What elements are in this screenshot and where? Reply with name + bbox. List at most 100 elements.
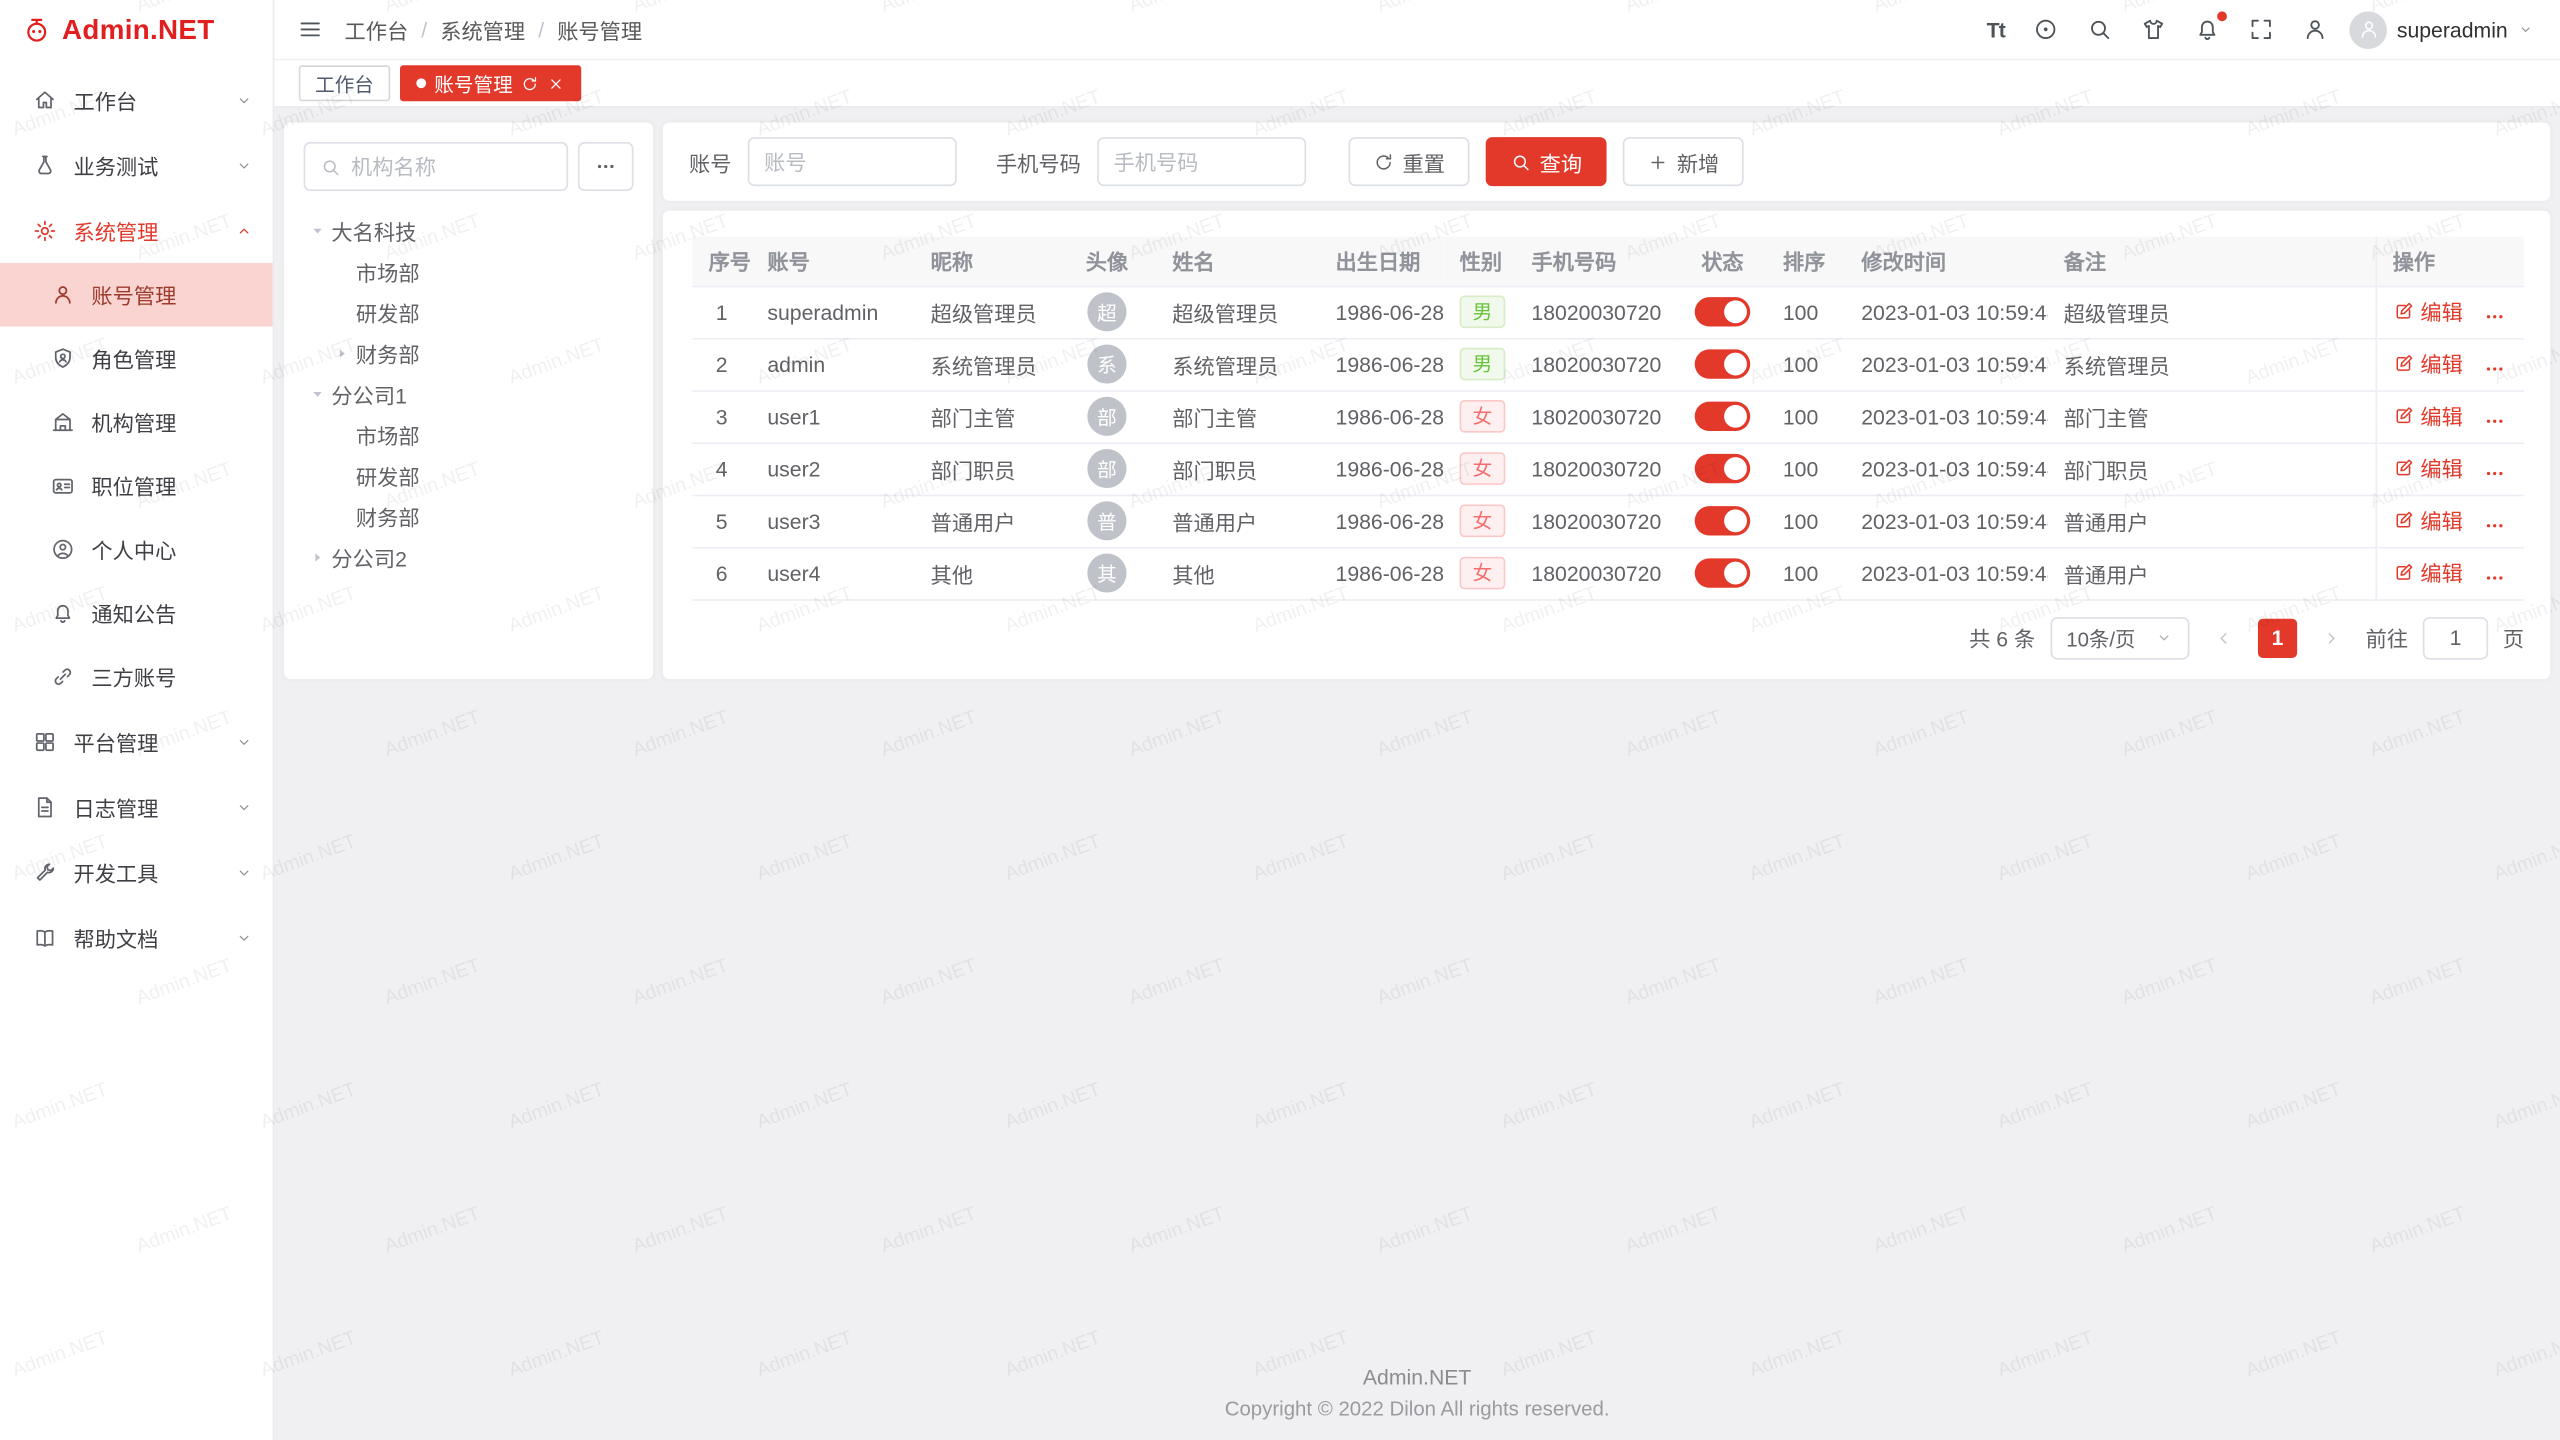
fullscreen-action-button[interactable] xyxy=(2248,16,2274,42)
user-menu[interactable]: superadmin xyxy=(2349,11,2533,49)
account-input[interactable] xyxy=(764,149,940,173)
log-icon xyxy=(33,794,57,818)
search-button[interactable]: 查询 xyxy=(1486,137,1607,186)
sidebar-subitem-label: 个人中心 xyxy=(91,534,253,565)
tree-node-研发部[interactable]: 研发部 xyxy=(304,456,634,497)
add-button[interactable]: 新增 xyxy=(1623,137,1744,186)
tab-label: 工作台 xyxy=(315,69,374,97)
edit-icon xyxy=(2393,405,2414,426)
sidebar-item-工作台[interactable]: 工作台 xyxy=(0,67,273,132)
phone-input[interactable] xyxy=(1114,149,1290,173)
reset-button[interactable]: 重置 xyxy=(1349,137,1470,186)
sidebar-subitem-通知公告[interactable]: 通知公告 xyxy=(0,581,273,645)
row-more-button[interactable] xyxy=(2482,514,2505,537)
next-page-button[interactable] xyxy=(2312,618,2351,657)
page-number-button[interactable]: 1 xyxy=(2258,618,2297,657)
edit-button[interactable]: 编辑 xyxy=(2393,296,2463,327)
row-more-button[interactable] xyxy=(2482,566,2505,589)
status-toggle[interactable] xyxy=(1695,349,1751,378)
sidebar-item-日志管理[interactable]: 日志管理 xyxy=(0,774,273,839)
component-size-action-button[interactable] xyxy=(2033,16,2059,42)
more-icon xyxy=(2482,462,2505,485)
column-header-modify_time: 修改时间 xyxy=(1845,237,2047,286)
sidebar-subitem-三方账号[interactable]: 三方账号 xyxy=(0,645,273,709)
row-avatar: 系 xyxy=(1087,344,1126,383)
edit-button[interactable]: 编辑 xyxy=(2393,348,2463,379)
tree-node-大名科技[interactable]: 大名科技 xyxy=(304,211,634,252)
bell-action-button[interactable] xyxy=(2194,16,2220,42)
collapse-menu-button[interactable] xyxy=(297,16,323,42)
goto-page-input[interactable] xyxy=(2423,616,2488,658)
tab-工作台[interactable]: 工作台 xyxy=(299,65,390,101)
org-search-input[interactable] xyxy=(351,154,552,178)
profile-icon xyxy=(51,537,75,561)
tree-node-市场部[interactable]: 市场部 xyxy=(304,251,634,292)
prev-page-button[interactable] xyxy=(2204,618,2243,657)
edit-button[interactable]: 编辑 xyxy=(2393,557,2463,588)
main-column: 工作台/系统管理/账号管理 Tt superadmin 工作台账号管理 xyxy=(274,0,2560,1440)
user-table-card: 序号账号昵称头像姓名出生日期性别手机号码状态排序修改时间备注操作1superad… xyxy=(663,211,2550,679)
sidebar-subitem-角色管理[interactable]: 角色管理 xyxy=(0,327,273,391)
cell-modify_time: 2023-01-03 10:59:44 xyxy=(1861,404,2047,428)
edit-button[interactable]: 编辑 xyxy=(2393,400,2463,431)
row-more-button[interactable] xyxy=(2482,409,2505,432)
role-icon xyxy=(51,346,75,370)
cell-remark: 部门职员 xyxy=(2064,458,2149,482)
search-action-button[interactable] xyxy=(2087,16,2113,42)
chevron-up-icon xyxy=(235,221,253,239)
footer-copyright: Copyright © 2022 Dilon All rights reserv… xyxy=(284,1398,2550,1421)
cell-modify_time: 2023-01-03 10:59:44 xyxy=(1861,456,2047,480)
sidebar-submenu: 账号管理角色管理机构管理职位管理个人中心通知公告三方账号 xyxy=(0,263,273,709)
tree-node-分公司2[interactable]: 分公司2 xyxy=(304,537,634,578)
row-more-button[interactable] xyxy=(2482,357,2505,380)
tree-node-市场部[interactable]: 市场部 xyxy=(304,415,634,456)
chevron-down-icon xyxy=(235,798,253,816)
sidebar-subitem-个人中心[interactable]: 个人中心 xyxy=(0,518,273,582)
status-toggle[interactable] xyxy=(1695,297,1751,326)
table-row: 3user1部门主管部部门主管1986-06-28女18020030720100… xyxy=(692,390,2524,442)
cell-name: 超级管理员 xyxy=(1172,301,1278,325)
sidebar-subitem-职位管理[interactable]: 职位管理 xyxy=(0,454,273,518)
font-size-action-button[interactable]: Tt xyxy=(1987,17,2005,41)
cell-phone: 18020030720 xyxy=(1531,404,1661,428)
caret-down-icon xyxy=(304,385,332,403)
sidebar-item-系统管理[interactable]: 系统管理 xyxy=(0,198,273,263)
cell-name: 部门职员 xyxy=(1172,458,1257,482)
page-size-select[interactable]: 10条/页 xyxy=(2050,616,2189,658)
org-more-button[interactable] xyxy=(578,142,634,191)
status-toggle[interactable] xyxy=(1695,558,1751,587)
breadcrumb-item[interactable]: 系统管理 xyxy=(440,14,525,45)
tree-node-财务部[interactable]: 财务部 xyxy=(304,496,634,537)
status-toggle[interactable] xyxy=(1695,506,1751,535)
org-search-box xyxy=(304,142,568,191)
sidebar-item-平台管理[interactable]: 平台管理 xyxy=(0,709,273,774)
sidebar-item-开发工具[interactable]: 开发工具 xyxy=(0,839,273,904)
tab-账号管理[interactable]: 账号管理 xyxy=(400,65,581,101)
tree-node-研发部[interactable]: 研发部 xyxy=(304,292,634,333)
edit-icon xyxy=(2393,353,2414,374)
breadcrumb-item[interactable]: 工作台 xyxy=(344,14,408,45)
row-more-button[interactable] xyxy=(2482,462,2505,485)
theme-action-button[interactable] xyxy=(2141,16,2167,42)
brand-logo[interactable]: Admin.NET xyxy=(0,0,273,60)
tree-node-label: 分公司1 xyxy=(331,379,406,410)
idcard-icon xyxy=(51,473,75,497)
edit-button[interactable]: 编辑 xyxy=(2393,453,2463,484)
sidebar-subitem-机构管理[interactable]: 机构管理 xyxy=(0,390,273,454)
row-more-button[interactable] xyxy=(2482,305,2505,328)
person-action-button[interactable] xyxy=(2302,16,2328,42)
cell-index: 1 xyxy=(716,300,728,324)
status-toggle[interactable] xyxy=(1695,402,1751,431)
sidebar-item-业务测试[interactable]: 业务测试 xyxy=(0,132,273,197)
sidebar-item-帮助文档[interactable]: 帮助文档 xyxy=(0,904,273,969)
sidebar: Admin.NET 工作台业务测试系统管理账号管理角色管理机构管理职位管理个人中… xyxy=(0,0,274,1440)
edit-button[interactable]: 编辑 xyxy=(2393,505,2463,536)
more-icon xyxy=(2482,514,2505,537)
status-toggle[interactable] xyxy=(1695,454,1751,483)
theme-icon xyxy=(2141,16,2167,42)
tree-node-分公司1[interactable]: 分公司1 xyxy=(304,374,634,415)
sidebar-subitem-账号管理[interactable]: 账号管理 xyxy=(0,263,273,327)
toggle-knob xyxy=(1724,300,1747,323)
tree-node-财务部[interactable]: 财务部 xyxy=(304,333,634,374)
breadcrumb-item[interactable]: 账号管理 xyxy=(557,14,642,45)
